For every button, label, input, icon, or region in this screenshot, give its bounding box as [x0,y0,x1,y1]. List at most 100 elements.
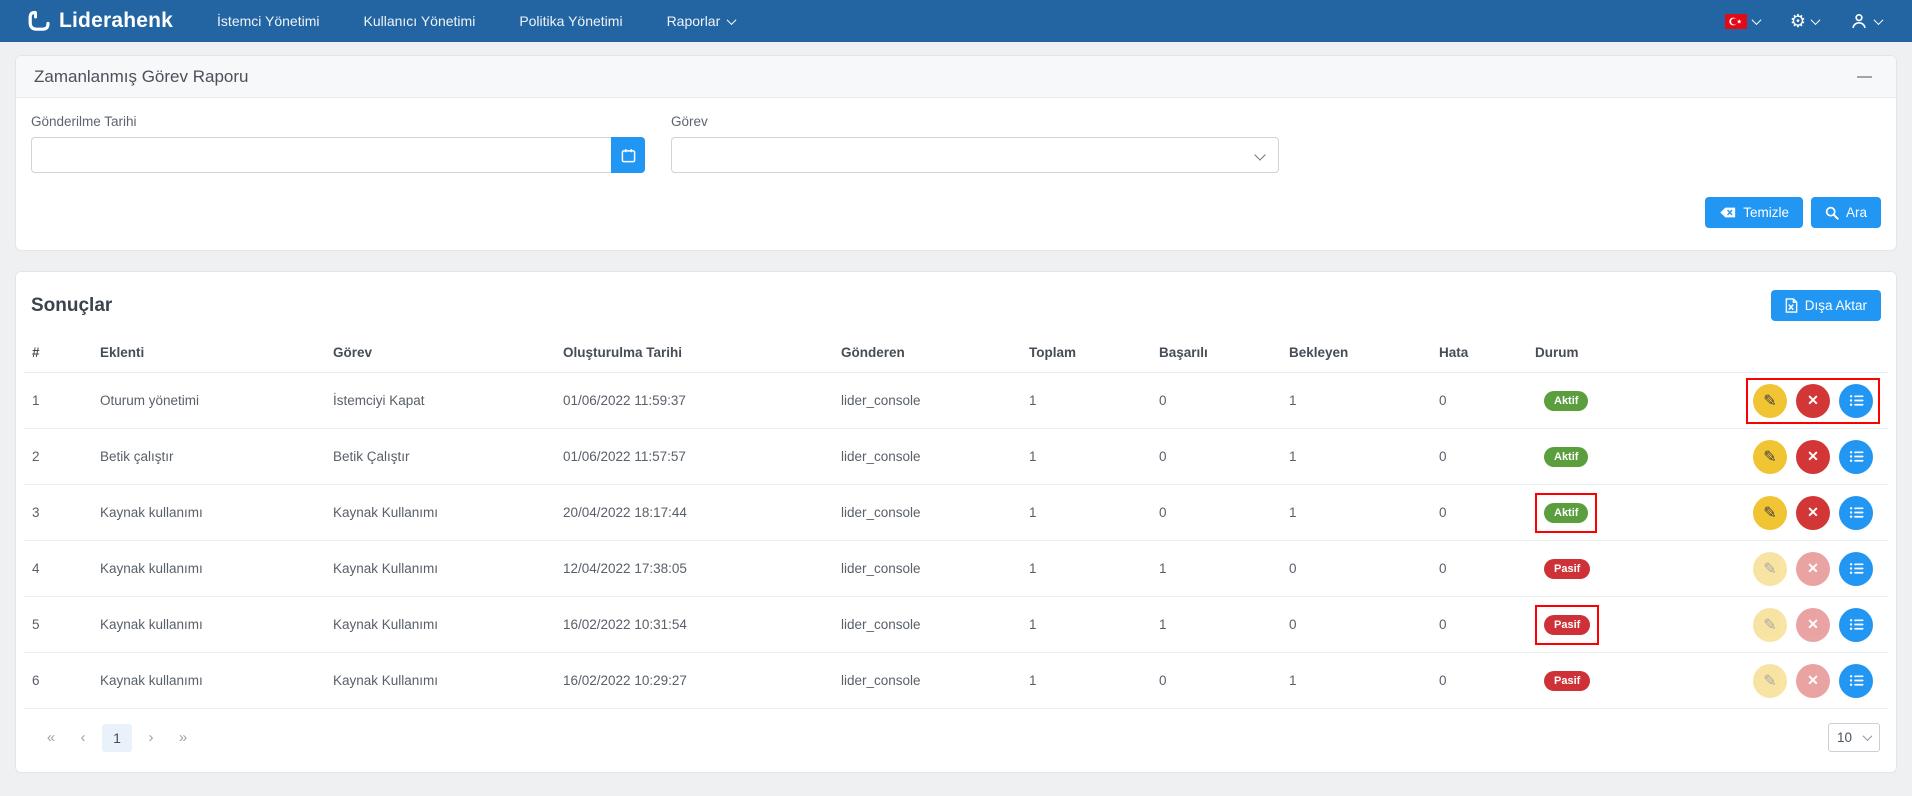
detail-list-button[interactable] [1839,551,1873,586]
close-icon: ✕ [1807,504,1819,520]
edit-button[interactable]: ✎ [1753,439,1787,474]
edit-button[interactable]: ✎ [1753,663,1787,698]
cell-plugin: Kaynak kullanımı [92,540,325,597]
user-account-dropdown[interactable] [1849,11,1884,31]
status-badge: Pasif [1544,614,1591,635]
cell-success: 0 [1151,484,1281,541]
status-annotation-box: Pasif [1535,604,1600,645]
search-button-label: Ara [1845,205,1867,220]
detail-list-button[interactable] [1839,383,1873,418]
table-row: 3 Kaynak kullanımı Kaynak Kullanımı 20/0… [24,484,1888,541]
task-select[interactable] [671,137,1279,173]
cell-status: Pasif [1527,652,1713,709]
close-icon: ✕ [1807,392,1819,408]
cell-task: Kaynak Kullanımı [325,596,555,653]
cell-total: 1 [1021,652,1151,709]
col-header-plugin: Eklenti [92,333,325,373]
pencil-icon: ✎ [1763,560,1777,578]
cell-pending: 1 [1281,484,1431,541]
cell-plugin: Kaynak kullanımı [92,596,325,653]
edit-button[interactable]: ✎ [1753,607,1787,642]
cell-total: 1 [1021,596,1151,653]
clear-button-label: Temizle [1743,205,1789,220]
close-icon: ✕ [1807,616,1819,632]
page-size-select[interactable]: 10 [1828,723,1880,752]
list-icon [1849,449,1864,464]
search-button[interactable]: Ara [1810,197,1881,228]
backspace-clear-icon [1719,206,1736,219]
detail-list-button[interactable] [1839,607,1873,642]
send-date-input[interactable] [31,137,611,173]
brand-logo[interactable]: Liderahenk [26,8,173,34]
settings-dropdown[interactable]: ⚙ [1789,11,1821,31]
cell-number: 6 [24,652,92,709]
edit-button[interactable]: ✎ [1753,383,1787,418]
top-navbar: Liderahenk İstemci Yönetimi Kullanıcı Yö… [0,0,1912,42]
status-badge: Pasif [1544,558,1591,579]
navbar-right-controls: ⚙ [1724,11,1884,31]
actions-annotation-box: ✎ ✕ [1746,490,1880,536]
nav-item-client-management[interactable]: İstemci Yönetimi [217,13,319,29]
cell-created-date: 12/04/2022 17:38:05 [555,540,833,597]
cell-error: 0 [1431,428,1527,485]
language-dropdown[interactable] [1724,13,1762,29]
table-row: 5 Kaynak kullanımı Kaynak Kullanımı 16/0… [24,596,1888,653]
col-header-error: Hata [1431,333,1527,373]
filter-card-title: Zamanlanmış Görev Raporu [34,66,249,86]
export-button-label: Dışa Aktar [1804,298,1867,313]
edit-button[interactable]: ✎ [1753,551,1787,586]
nav-item-policy-management[interactable]: Politika Yönetimi [519,13,622,29]
actions-annotation-box: ✎ ✕ [1746,602,1880,648]
gear-icon: ⚙ [1789,11,1806,31]
close-icon: ✕ [1807,560,1819,576]
cell-actions: ✎ ✕ [1713,484,1888,541]
calendar-icon [621,148,636,163]
collapse-minus-icon[interactable]: — [1857,69,1872,84]
delete-button[interactable]: ✕ [1796,495,1830,530]
delete-button[interactable]: ✕ [1796,439,1830,474]
cell-status: Pasif [1527,540,1713,597]
pagination: « ‹ 1 › » [38,723,196,752]
nav-item-user-management[interactable]: Kullanıcı Yönetimi [364,13,476,29]
scheduled-task-report-card: Zamanlanmış Görev Raporu — Gönderilme Ta… [15,55,1897,251]
col-header-created-date: Oluşturulma Tarihi [555,333,833,373]
detail-list-button[interactable] [1839,439,1873,474]
cell-plugin: Kaynak kullanımı [92,652,325,709]
nav-item-reports-dropdown[interactable]: Raporlar [667,13,737,29]
cell-pending: 1 [1281,372,1431,429]
detail-list-button[interactable] [1839,495,1873,530]
cell-task: Betik Çalıştır [325,428,555,485]
chevron-down-icon [726,14,737,25]
detail-list-button[interactable] [1839,663,1873,698]
pagination-next-button[interactable]: › [138,724,164,752]
send-date-label: Gönderilme Tarihi [31,114,137,129]
export-button[interactable]: Dışa Aktar [1770,290,1881,321]
cell-success: 0 [1151,372,1281,429]
calendar-button[interactable] [611,137,645,173]
cell-actions: ✎ ✕ [1713,428,1888,485]
delete-button[interactable]: ✕ [1796,383,1830,418]
cell-status: Aktif [1527,484,1713,541]
edit-button[interactable]: ✎ [1753,495,1787,530]
cell-created-date: 01/06/2022 11:59:37 [555,372,833,429]
delete-button[interactable]: ✕ [1796,663,1830,698]
delete-button[interactable]: ✕ [1796,607,1830,642]
list-icon [1849,505,1864,520]
cell-success: 0 [1151,428,1281,485]
turkish-flag-icon [1724,13,1747,29]
pagination-page-1[interactable]: 1 [102,723,132,752]
status-annotation-box: Pasif [1535,549,1599,589]
cell-plugin: Kaynak kullanımı [92,484,325,541]
cell-status: Pasif [1527,596,1713,653]
col-header-total: Toplam [1021,333,1151,373]
page-size-value: 10 [1837,730,1853,745]
pagination-prev-button[interactable]: ‹ [70,724,96,752]
cell-number: 4 [24,540,92,597]
clear-button[interactable]: Temizle [1705,197,1803,228]
col-header-status: Durum [1527,333,1713,373]
pagination-first-button[interactable]: « [38,724,64,752]
filter-card-body: Gönderilme Tarihi Görev Temizle Ara [16,98,1896,250]
delete-button[interactable]: ✕ [1796,551,1830,586]
pagination-last-button[interactable]: » [170,724,196,752]
cell-number: 1 [24,372,92,429]
